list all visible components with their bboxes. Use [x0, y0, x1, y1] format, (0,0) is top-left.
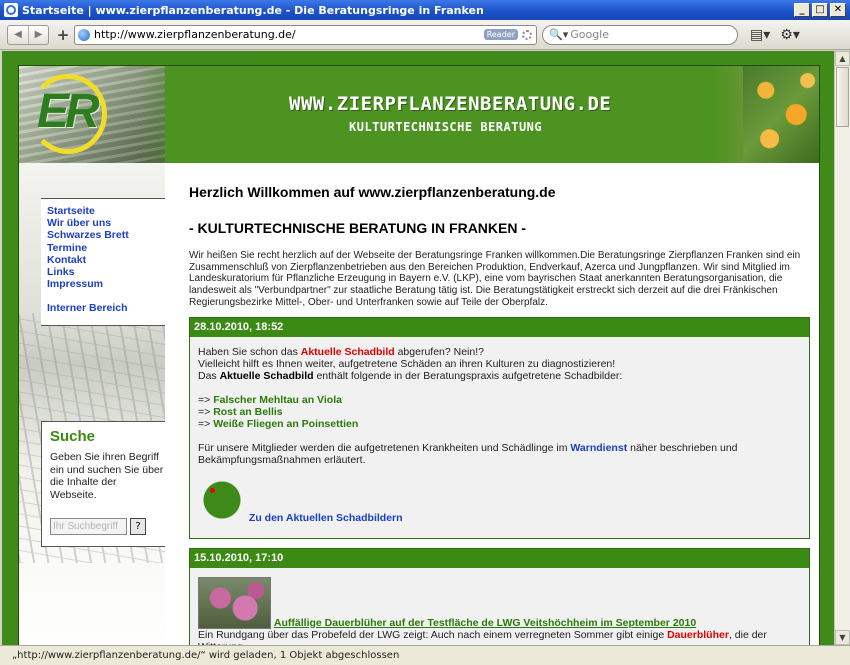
damage-link-viola[interactable]: Falscher Mehltau an Viola	[213, 394, 342, 406]
schadbilder-link[interactable]: Zu den Aktuellen Schadbildern	[249, 512, 403, 524]
tools-menu-icon[interactable]: ⚙▾	[780, 27, 800, 43]
web-viewport: ER WWW.ZIERPFLANZENBERATUNG.DE KULTURTEC…	[2, 51, 834, 645]
logo-letters: ER	[37, 85, 100, 138]
page-menu-icon[interactable]: ▤▾	[750, 27, 770, 43]
dauerblueher-link[interactable]: Auffällige Dauerblüher auf der Testfläch…	[274, 617, 696, 629]
damage-link-poinsettien[interactable]: Weiße Fliegen an Poinsettien	[213, 418, 358, 430]
nav-startseite[interactable]: Startseite	[47, 205, 165, 217]
site-logo[interactable]: ER	[29, 74, 107, 154]
news-item: 28.10.2010, 18:52 Haben Sie schon das Ak…	[189, 316, 810, 539]
window-titlebar: Startseite | www.zierpflanzenberatung.de…	[0, 0, 850, 20]
news-body: Haben Sie schon das Aktuelle Schadbild a…	[198, 345, 738, 524]
forward-button[interactable]: ▶	[28, 25, 48, 44]
new-tab-button[interactable]: +	[54, 25, 72, 45]
browser-app-icon	[4, 3, 18, 17]
site-title: WWW.ZIERPFLANZENBERATUNG.DE	[289, 93, 612, 115]
window-title: Startseite | www.zierpflanzenberatung.de…	[22, 3, 484, 17]
nav-links[interactable]: Links	[47, 266, 165, 278]
browser-toolbar: ◀ ▶ + http://www.zierpflanzenberatung.de…	[0, 20, 850, 50]
page-container: ER WWW.ZIERPFLANZENBERATUNG.DE KULTURTEC…	[18, 65, 820, 645]
scroll-down-arrow-icon[interactable]: ▼	[835, 630, 850, 645]
left-sidebar: Startseite Wir über uns Schwarzes Brett …	[19, 163, 165, 645]
address-bar[interactable]: http://www.zierpflanzenberatung.de/ Read…	[74, 24, 537, 45]
maximize-button[interactable]: □	[812, 3, 828, 17]
warndienst-link[interactable]: Warndienst	[570, 442, 627, 454]
main-content: Herzlich Willkommen auf www.zierpflanzen…	[189, 163, 810, 645]
intro-text: Wir heißen Sie recht herzlich auf der We…	[189, 250, 801, 308]
schadbild-link[interactable]: Aktuelle Schadbild	[301, 346, 395, 358]
loading-spinner-icon	[522, 29, 532, 40]
franken-map-icon[interactable]	[198, 475, 246, 524]
search-title: Suche	[50, 428, 96, 445]
site-subtitle: KULTURTECHNISCHE BERATUNG	[349, 120, 543, 134]
nav-interner-bereich[interactable]: Interner Bereich	[47, 302, 165, 314]
search-engine-icon[interactable]: 🔍▾	[549, 28, 568, 41]
nav-kontakt[interactable]: Kontakt	[47, 254, 165, 266]
search-placeholder: Google	[570, 28, 610, 41]
status-bar: „http://www.zierpflanzenberatung.de/“ wi…	[0, 645, 850, 665]
address-input[interactable]: http://www.zierpflanzenberatung.de/	[94, 28, 484, 41]
site-header: ER WWW.ZIERPFLANZENBERATUNG.DE KULTURTEC…	[19, 66, 819, 163]
nav-wir-ueber-uns[interactable]: Wir über uns	[47, 217, 165, 229]
close-button[interactable]: ✕	[830, 3, 846, 17]
site-search-input[interactable]: Ihr Suchbegriff	[50, 518, 127, 535]
nav-impressum[interactable]: Impressum	[47, 278, 165, 290]
main-navigation: Startseite Wir über uns Schwarzes Brett …	[41, 198, 165, 326]
scroll-thumb[interactable]	[836, 67, 849, 127]
welcome-heading: Herzlich Willkommen auf www.zierpflanzen…	[189, 184, 556, 200]
search-description: Geben Sie ihren Begriff ein und suchen S…	[50, 451, 164, 501]
news-date: 28.10.2010, 18:52	[190, 317, 809, 337]
section-heading: - KULTURTECHNISCHE BERATUNG IN FRANKEN -	[189, 220, 527, 236]
search-box: Suche Geben Sie ihren Begriff ein und su…	[41, 421, 165, 547]
globe-icon	[78, 28, 90, 41]
flowers-photo	[713, 66, 819, 163]
news-body: Auffällige Dauerblüher auf der Testfläch…	[190, 568, 809, 645]
reader-button[interactable]: Reader	[483, 29, 518, 40]
minimize-button[interactable]: _	[794, 3, 810, 17]
toolbar-menus: ▤▾ ⚙▾	[750, 27, 800, 43]
damage-link-bellis[interactable]: Rost an Bellis	[213, 406, 282, 418]
nav-termine[interactable]: Termine	[47, 242, 165, 254]
nav-schwarzes-brett[interactable]: Schwarzes Brett	[47, 229, 165, 241]
search-form: Ihr Suchbegriff ?	[50, 518, 146, 535]
window-controls: _ □ ✕	[794, 3, 846, 17]
news-date: 15.10.2010, 17:10	[190, 548, 809, 568]
dauerblueher-thumbnail[interactable]	[198, 576, 271, 629]
scroll-up-arrow-icon[interactable]: ▲	[835, 51, 850, 66]
news-item: 15.10.2010, 17:10 Auffällige Dauerblüher…	[189, 547, 810, 645]
site-search-button[interactable]: ?	[130, 518, 146, 535]
vertical-scrollbar[interactable]: ▲ ▼	[834, 51, 850, 645]
search-field[interactable]: 🔍▾ Google	[542, 24, 738, 45]
back-button[interactable]: ◀	[8, 26, 28, 44]
nav-button-group: ◀ ▶	[7, 24, 49, 45]
